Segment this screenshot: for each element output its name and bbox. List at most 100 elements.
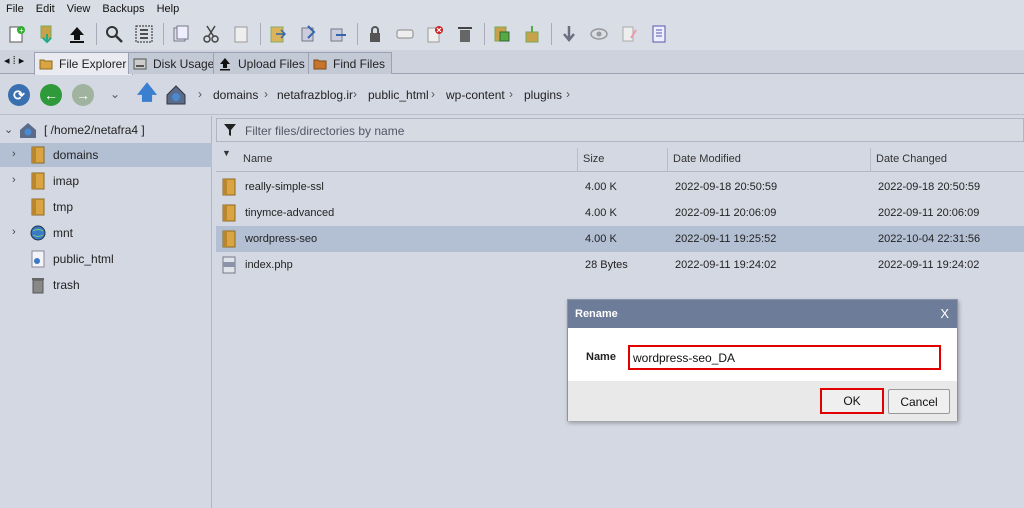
table-row-selected[interactable]: wordpress-seo 4.00 K 2022-09-11 19:25:52…: [216, 226, 1024, 252]
chevron-right-icon[interactable]: ›: [12, 148, 16, 160]
folder-icon[interactable]: [267, 23, 289, 45]
column-name[interactable]: Name: [243, 153, 272, 165]
toolbar-divider: [260, 23, 261, 45]
file-size: 28 Bytes: [585, 259, 628, 271]
file-changed: 2022-09-11 19:24:02: [878, 259, 980, 271]
tree-item-public-html[interactable]: public_html: [0, 247, 212, 271]
home-icon[interactable]: [164, 83, 188, 107]
copy-icon[interactable]: [170, 23, 192, 45]
table-row[interactable]: index.php 28 Bytes 2022-09-11 19:24:02 2…: [216, 252, 1024, 278]
tab-label: File Explorer: [59, 57, 127, 71]
directory-tree: ⌄ [ /home2/netafra4 ] › domains › imap t…: [0, 116, 212, 508]
column-divider[interactable]: [667, 148, 668, 172]
table-header: ▼ Name Size Date Modified Date Changed: [216, 146, 1024, 172]
menu-help[interactable]: Help: [157, 3, 180, 15]
new-file-icon[interactable]: +: [6, 23, 28, 45]
cancel-button[interactable]: Cancel: [888, 389, 950, 414]
history-dropdown-icon[interactable]: ⌄: [110, 87, 120, 101]
breadcrumb-separator: ›: [198, 87, 202, 101]
up-folder-icon[interactable]: 🡅: [136, 82, 158, 106]
breadcrumb-wp-content[interactable]: wp-content: [446, 88, 505, 102]
extract-icon[interactable]: [521, 23, 543, 45]
column-date-changed[interactable]: Date Changed: [876, 153, 947, 165]
filter-icon: [224, 124, 236, 136]
view-icon[interactable]: [588, 23, 610, 45]
breadcrumb-domains[interactable]: domains: [213, 88, 258, 102]
move-icon[interactable]: [297, 23, 319, 45]
upload-icon[interactable]: [66, 23, 88, 45]
menu-file[interactable]: File: [6, 3, 24, 15]
tab-file-explorer[interactable]: File Explorer: [34, 52, 134, 75]
menu-backups[interactable]: Backups: [102, 3, 144, 15]
tree-item-label: domains: [53, 148, 99, 162]
search-icon[interactable]: [103, 23, 125, 45]
file-name: tinymce-advanced: [245, 207, 335, 219]
dialog-titlebar[interactable]: Rename X: [568, 300, 957, 328]
tab-label: Disk Usage: [153, 56, 215, 71]
tab-upload-files[interactable]: Upload Files: [213, 52, 312, 74]
column-divider[interactable]: [577, 148, 578, 172]
tab-find-files[interactable]: Find Files: [308, 52, 393, 74]
find-icon: [313, 59, 327, 69]
breadcrumb-plugins[interactable]: plugins: [524, 88, 562, 102]
toolbar-divider: [96, 23, 97, 45]
compress-icon[interactable]: [491, 23, 513, 45]
tree-item-trash[interactable]: trash: [0, 273, 212, 297]
tab-disk-usage[interactable]: Disk Usage: [128, 52, 222, 74]
file-name: wordpress-seo: [245, 233, 318, 245]
chevron-down-icon[interactable]: ⌄: [4, 123, 13, 136]
table-row[interactable]: tinymce-advanced 4.00 K 2022-09-11 20:06…: [216, 200, 1024, 226]
trash-icon: [32, 278, 44, 294]
breadcrumb-separator: ›: [566, 87, 570, 101]
properties-icon[interactable]: [648, 23, 670, 45]
column-date-modified[interactable]: Date Modified: [673, 153, 741, 165]
select-all-icon[interactable]: [133, 23, 155, 45]
column-divider[interactable]: [870, 148, 871, 172]
menu-view[interactable]: View: [67, 3, 91, 15]
toolbar-divider: [484, 23, 485, 45]
close-icon[interactable]: X: [940, 306, 949, 321]
tab-scroll-arrows[interactable]: ◂ ⁞ ▸: [4, 54, 24, 67]
tree-item-domains[interactable]: › domains: [0, 143, 212, 167]
copy-to-icon[interactable]: [327, 23, 349, 45]
folder-icon: [31, 198, 45, 216]
tree-root[interactable]: ⌄ [ /home2/netafra4 ]: [0, 118, 212, 142]
breadcrumb-separator: ›: [264, 87, 268, 101]
refresh-icon[interactable]: ⟳: [8, 84, 30, 106]
filter-bar[interactable]: Filter files/directories by name: [216, 118, 1024, 142]
tree-root-label: [ /home2/netafra4 ]: [44, 123, 145, 137]
tab-label: Upload Files: [238, 56, 305, 71]
filter-input[interactable]: Filter files/directories by name: [245, 124, 404, 138]
file-modified: 2022-09-18 20:50:59: [675, 181, 778, 193]
edit-icon[interactable]: [618, 23, 640, 45]
table-row[interactable]: really-simple-ssl 4.00 K 2022-09-18 20:5…: [216, 174, 1024, 200]
breadcrumb-netafrazblog[interactable]: netafrazblog.ir: [277, 88, 353, 102]
download-arrow-icon[interactable]: [558, 23, 580, 45]
file-modified: 2022-09-11 19:24:02: [675, 259, 777, 271]
tab-bar: ◂ ⁞ ▸ File Explorer Disk Usage Upload Fi…: [0, 50, 1024, 75]
tree-item-label: tmp: [53, 200, 74, 214]
delete-disabled-icon[interactable]: [424, 23, 446, 45]
forward-icon[interactable]: →: [72, 84, 94, 106]
ok-button[interactable]: OK: [820, 388, 884, 414]
paste-icon[interactable]: [230, 23, 252, 45]
back-icon[interactable]: ←: [40, 84, 62, 106]
chevron-right-icon[interactable]: ›: [12, 174, 16, 186]
tree-item-mnt[interactable]: › mnt: [0, 221, 212, 245]
dialog-title: Rename: [575, 308, 618, 320]
name-input[interactable]: [628, 345, 941, 370]
breadcrumb-public-html[interactable]: public_html: [368, 88, 429, 102]
file-changed: 2022-10-04 22:31:56: [878, 233, 981, 245]
folder-icon: [222, 230, 236, 248]
tree-item-imap[interactable]: › imap: [0, 169, 212, 193]
trash-icon[interactable]: [454, 23, 476, 45]
cut-icon[interactable]: [200, 23, 222, 45]
toolbar: +: [0, 18, 1024, 50]
rename-icon[interactable]: [394, 23, 416, 45]
tree-item-tmp[interactable]: tmp: [0, 195, 212, 219]
column-size[interactable]: Size: [583, 153, 604, 165]
menu-edit[interactable]: Edit: [36, 3, 55, 15]
download-icon[interactable]: [36, 23, 58, 45]
chevron-right-icon[interactable]: ›: [12, 226, 16, 238]
permissions-icon[interactable]: [364, 23, 386, 45]
